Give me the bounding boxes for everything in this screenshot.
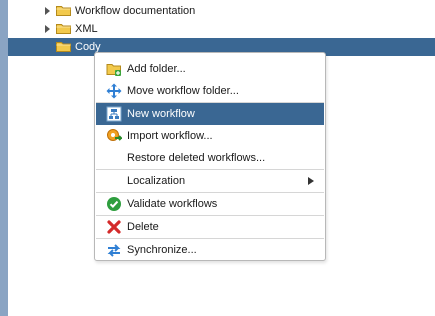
delete-x-icon bbox=[107, 220, 121, 234]
menu-item-label: Synchronize... bbox=[127, 244, 197, 256]
tree-item-label: XML bbox=[75, 23, 98, 35]
import-workflow-icon bbox=[107, 129, 122, 141]
move-icon bbox=[106, 83, 122, 99]
folder-icon bbox=[56, 42, 71, 52]
tree-item-label: Workflow documentation bbox=[75, 5, 196, 17]
menu-item-label: Validate workflows bbox=[127, 198, 218, 210]
menu-item-validate-workflows[interactable]: Validate workflows bbox=[96, 193, 324, 215]
menu-item-restore-deleted-workflows[interactable]: Restore deleted workflows... bbox=[96, 147, 324, 169]
folder-icon bbox=[56, 24, 71, 34]
menu-item-label: Move workflow folder... bbox=[127, 85, 239, 97]
menu-item-delete[interactable]: Delete bbox=[96, 216, 324, 238]
menu-item-label: Add folder... bbox=[127, 63, 186, 75]
menu-item-label: New workflow bbox=[127, 108, 195, 120]
add-folder-icon bbox=[106, 64, 121, 76]
context-menu: Add folder... Move workflow folder... Ne… bbox=[94, 52, 326, 261]
sync-icon bbox=[107, 244, 121, 257]
submenu-arrow-icon bbox=[308, 177, 314, 185]
menu-item-label: Import workflow... bbox=[127, 130, 213, 142]
menu-item-label: Localization bbox=[127, 175, 186, 187]
menu-item-label: Restore deleted workflows... bbox=[127, 152, 266, 164]
menu-item-localization[interactable]: Localization bbox=[96, 170, 324, 192]
new-workflow-icon bbox=[106, 106, 122, 122]
menu-item-label: Delete bbox=[127, 221, 159, 233]
menu-item-synchronize[interactable]: Synchronize... bbox=[96, 239, 324, 261]
left-panel-border bbox=[0, 0, 8, 316]
menu-item-import-workflow[interactable]: Import workflow... bbox=[96, 125, 324, 147]
menu-item-new-workflow[interactable]: New workflow bbox=[96, 103, 324, 125]
menu-item-move-workflow-folder[interactable]: Move workflow folder... bbox=[96, 80, 324, 102]
expand-arrow-icon[interactable] bbox=[45, 25, 50, 33]
tree-item-xml[interactable]: XML bbox=[8, 20, 435, 38]
folder-icon bbox=[56, 6, 71, 16]
check-circle-icon bbox=[107, 197, 121, 211]
expand-arrow-icon[interactable] bbox=[45, 7, 50, 15]
menu-item-add-folder[interactable]: Add folder... bbox=[96, 58, 324, 80]
tree-item-workflow-documentation[interactable]: Workflow documentation bbox=[8, 2, 435, 20]
